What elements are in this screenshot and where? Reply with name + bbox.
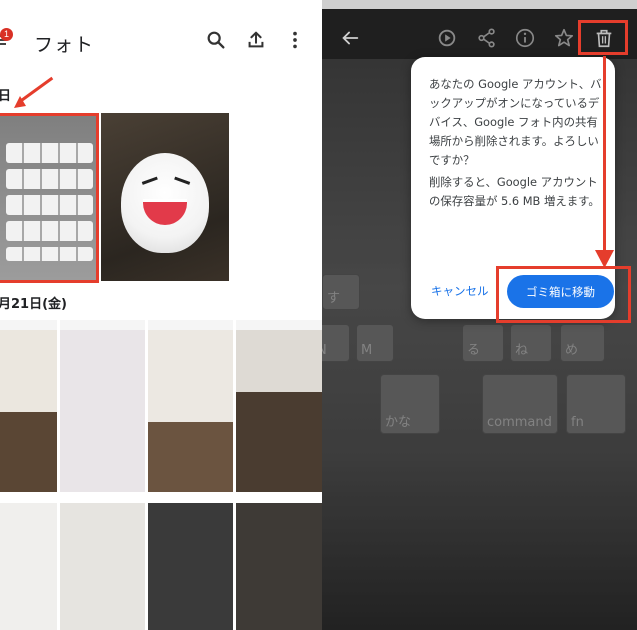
screenshot-thumbnail[interactable] [148, 320, 233, 492]
photos-header: 1 フォト [0, 9, 322, 61]
screenshot-thumbnail[interactable] [60, 320, 145, 492]
section-date-label-2: 月21日(金) [0, 297, 67, 312]
annotation-arrowhead [14, 96, 26, 108]
back-arrow-icon[interactable] [339, 27, 361, 49]
plush-photo[interactable] [101, 113, 229, 281]
share-icon[interactable] [476, 27, 498, 49]
lens-icon[interactable] [436, 27, 458, 49]
annotation-trash-highlight [578, 20, 628, 55]
annotation-arrow-vertical [603, 56, 606, 256]
info-icon[interactable] [514, 27, 536, 49]
annotation-button-highlight [496, 266, 631, 323]
notification-badge: 1 [0, 28, 13, 41]
dialog-message: あなたの Google アカウント、バックアップがオンになっているデバイス、Go… [429, 77, 602, 167]
app-title: フォト [34, 34, 95, 56]
annotation-arrowhead-down [595, 250, 614, 268]
more-options-icon[interactable] [284, 29, 306, 51]
search-icon[interactable] [205, 29, 227, 51]
annotation-highlight-box [0, 113, 99, 283]
upload-icon[interactable] [245, 29, 267, 51]
screenshot-thumbnail[interactable] [236, 320, 322, 492]
section-date-label: 日 [0, 89, 12, 104]
screenshot-thumbnail[interactable] [236, 503, 322, 630]
cancel-button[interactable]: キャンセル [431, 283, 489, 299]
favorite-star-icon[interactable] [553, 27, 575, 49]
screenshot-thumbnail[interactable] [0, 503, 57, 630]
dialog-storage-note: 削除すると、Google アカウントの保存容量が 5.6 MB 増えます。 [429, 175, 600, 208]
screenshot-thumbnail[interactable] [148, 503, 233, 630]
screenshot-thumbnail[interactable] [0, 320, 57, 492]
photos-grid-screen: 1 フォト 日 月21日(金) [0, 0, 322, 630]
screenshot-thumbnail[interactable] [60, 503, 145, 630]
